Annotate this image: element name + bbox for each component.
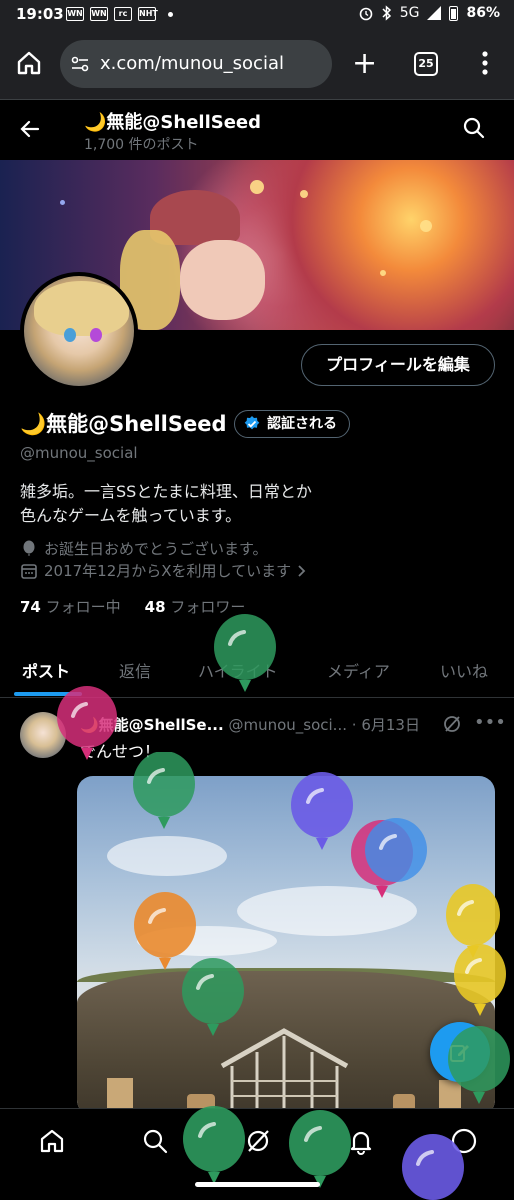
birthday-row: お誕生日おめでとうございます。 <box>20 538 268 559</box>
balloon-decoration <box>57 686 117 760</box>
verified-label: 認証される <box>267 415 337 432</box>
balloon-decoration <box>454 944 506 1016</box>
tab-media[interactable]: メディア <box>327 658 390 682</box>
handle: @munou_social <box>20 444 138 462</box>
post-header: 🌙無能@ShellSe... @munou_soci... · 6月13日 <box>80 714 420 735</box>
profile-top-nav: 🌙無能@ShellSeed 1,700 件のポスト <box>0 100 514 160</box>
more-notifications-dot-icon <box>168 11 173 17</box>
tab-switcher-icon[interactable]: 25 <box>414 52 438 76</box>
more-horiz-icon[interactable]: ••• <box>474 712 506 733</box>
edit-profile-button[interactable]: プロフィールを編集 <box>301 344 495 386</box>
app-notification-icon: rc <box>114 7 132 21</box>
balloon-decoration <box>183 1106 245 1184</box>
gesture-bar[interactable] <box>195 1182 320 1187</box>
site-settings-icon[interactable] <box>70 54 90 74</box>
bio-line: 雑多垢。一言SSとたまに料理、日常とか <box>20 482 312 501</box>
post-count: 1,700 件のポスト <box>84 137 199 153</box>
header-display-name: 🌙無能@ShellSeed <box>84 112 262 133</box>
profile-avatar[interactable] <box>20 272 138 390</box>
bio-line: 色んなゲームを触っています。 <box>20 506 242 525</box>
balloon-icon <box>23 540 35 555</box>
joined-text: 2017年12月からXを利用しています <box>44 562 292 580</box>
bluetooth-icon <box>382 5 391 21</box>
chevron-right-icon <box>298 564 306 577</box>
network-type: 5G <box>399 5 420 21</box>
verified-badge-icon <box>244 416 260 430</box>
notification-icons: WN WN rc NHT <box>66 7 173 21</box>
tab-replies[interactable]: 返信 <box>119 658 151 682</box>
following-link[interactable]: 74 フォロー中 <box>20 596 121 617</box>
post-date[interactable]: 6月13日 <box>361 716 420 734</box>
status-time: 19:03 <box>16 5 64 23</box>
home-icon[interactable] <box>38 1127 66 1155</box>
search-icon[interactable] <box>141 1127 169 1155</box>
battery-level: 86% <box>466 5 500 21</box>
post-author-handle[interactable]: @munou_soci... <box>228 716 347 734</box>
balloon-decoration <box>182 958 244 1036</box>
balloon-decoration <box>289 1110 351 1188</box>
search-icon[interactable] <box>462 116 486 140</box>
profile-bio: 雑多垢。一言SSとたまに料理、日常とか 色んなゲームを触っています。 <box>20 480 460 528</box>
home-icon[interactable] <box>16 50 42 76</box>
balloon-decoration <box>448 1026 510 1104</box>
app-notification-icon: WN <box>66 7 84 21</box>
joined-row[interactable]: 2017年12月からXを利用しています <box>20 560 307 581</box>
tab-posts[interactable]: ポスト <box>22 658 70 682</box>
balloon-decoration <box>291 772 353 850</box>
tab-likes[interactable]: いいね <box>440 658 488 682</box>
balloon-decoration <box>402 1134 464 1200</box>
post-separator: · <box>351 716 357 734</box>
battery-icon <box>449 5 459 21</box>
grok-icon[interactable] <box>442 714 462 734</box>
system-status: 5G 86% <box>358 5 500 21</box>
url-text[interactable]: x.com/munou_social <box>100 53 284 74</box>
birthday-text: お誕生日おめでとうございます。 <box>44 540 268 558</box>
back-arrow-icon[interactable] <box>18 117 42 141</box>
verified-badge-button[interactable]: 認証される <box>234 410 350 438</box>
balloon-decoration <box>365 818 427 882</box>
new-tab-icon[interactable]: + <box>352 49 377 79</box>
balloon-decoration <box>133 752 195 829</box>
calendar-icon <box>21 563 37 579</box>
app-notification-icon: WN <box>90 7 108 21</box>
browser-toolbar: x.com/munou_social + 25 <box>0 30 514 100</box>
display-name: 🌙無能@ShellSeed <box>20 412 227 436</box>
more-vert-icon[interactable] <box>481 50 489 76</box>
signal-icon <box>427 6 442 20</box>
banner-character-face <box>180 240 265 320</box>
alarm-icon <box>359 7 373 21</box>
grok-icon[interactable] <box>244 1127 272 1155</box>
balloon-decoration <box>214 614 276 692</box>
address-bar[interactable]: x.com/munou_social <box>60 40 332 88</box>
status-bar: 19:03 WN WN rc NHT 5G 86% <box>0 0 514 30</box>
app-notification-icon: NHT <box>138 7 158 21</box>
